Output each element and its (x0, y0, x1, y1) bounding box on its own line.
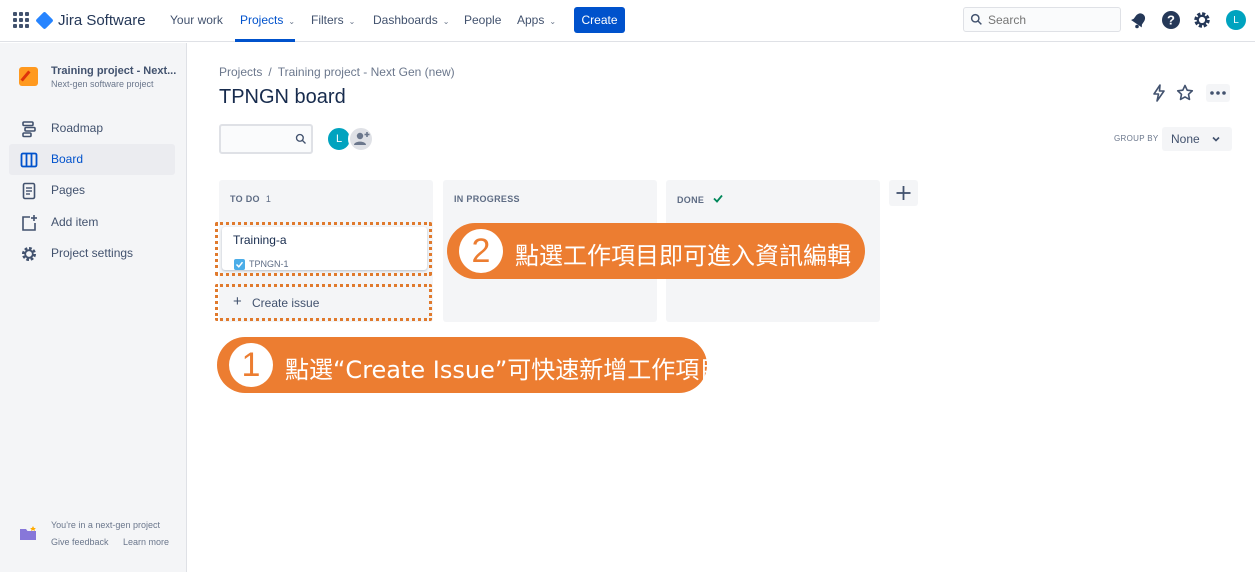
jira-logo[interactable]: Jira Software (35, 10, 146, 30)
sidebar-item-label: Roadmap (51, 121, 104, 135)
search-input[interactable] (988, 10, 1116, 29)
nav-apps[interactable]: Apps ⌄ (517, 13, 556, 27)
group-by-label: GROUP BY (1114, 134, 1159, 143)
add-column-button[interactable] (889, 180, 918, 206)
project-avatar (19, 67, 38, 86)
more-actions-icon[interactable] (1206, 84, 1230, 102)
issue-key: TPNGN-1 (249, 259, 289, 269)
nav-filters[interactable]: Filters ⌄ (311, 13, 355, 27)
next-gen-folder-icon (20, 526, 36, 540)
add-people-button[interactable] (348, 126, 374, 152)
app-switcher-icon[interactable] (13, 12, 29, 28)
sidebar-item-label: Add item (51, 215, 99, 229)
give-feedback-link[interactable]: Give feedback (51, 537, 109, 547)
help-icon[interactable]: ? (1161, 10, 1181, 30)
page-title: TPNGN board (219, 86, 346, 108)
sidebar-item-board[interactable]: Board (9, 144, 175, 175)
board-search-input[interactable] (219, 124, 313, 154)
chevron-down-icon: ⌄ (348, 17, 356, 26)
search-icon (970, 13, 982, 25)
roadmap-icon (22, 121, 36, 138)
create-button[interactable]: Create (574, 7, 625, 33)
chevron-down-icon: ⌄ (549, 17, 557, 26)
sidebar-item-label: Board (51, 152, 84, 166)
breadcrumb: Projects / Training project - Next Gen (ne… (219, 65, 455, 79)
callout-text: 點選“Create Issue”可快速新增工作項目 (285, 356, 724, 384)
create-issue-button[interactable]: + Create issue (222, 290, 427, 316)
group-by-value: None (1171, 132, 1200, 146)
board-icon (20, 152, 38, 168)
plus-icon (896, 186, 911, 200)
sidebar-item-roadmap[interactable]: Roadmap (9, 113, 175, 144)
jira-diamond-icon (35, 10, 54, 30)
group-by-select[interactable]: None (1162, 127, 1232, 151)
project-type: Next-gen software project (51, 79, 154, 89)
task-type-icon (234, 259, 245, 270)
chevron-down-icon (1212, 136, 1220, 142)
column-title: DONE (677, 194, 723, 205)
callout-text: 點選工作項目即可進入資訊編輯 (515, 242, 851, 270)
svg-text:?: ? (1167, 13, 1175, 28)
callout-number: 2 (459, 229, 503, 273)
sidebar-item-pages[interactable]: Pages (9, 175, 175, 206)
sidebar-item-project-settings[interactable]: Project settings (9, 238, 175, 269)
project-sidebar: Training project - Next... Next-gen soft… (0, 43, 187, 572)
nav-your-work[interactable]: Your work (170, 13, 223, 27)
star-icon[interactable] (1176, 84, 1194, 102)
callout-step-1: 1 點選“Create Issue”可快速新增工作項目 (217, 337, 723, 393)
breadcrumb-projects[interactable]: Projects (219, 65, 262, 79)
settings-gear-icon (22, 247, 36, 261)
create-issue-label: Create issue (252, 296, 320, 310)
user-avatar[interactable]: L (1226, 10, 1246, 30)
sidebar-item-label: Project settings (51, 246, 134, 260)
chevron-down-icon: ⌄ (442, 17, 450, 26)
column-title: TO DO 1 (230, 194, 272, 204)
issue-title: Training-a (233, 233, 287, 247)
nav-projects[interactable]: Projects ⌄ (240, 13, 295, 27)
issue-card[interactable]: Training-a TPNGN-1 (222, 227, 427, 270)
callout-number: 1 (229, 343, 273, 387)
logo-text: Jira Software (58, 11, 146, 29)
top-navigation: Jira Software Your work Projects ⌄ Filter… (0, 0, 1255, 42)
nav-people[interactable]: People (464, 13, 501, 27)
checkmark-icon (713, 194, 723, 203)
project-name[interactable]: Training project - Next... (51, 65, 176, 77)
sidebar-item-label: Pages (51, 183, 86, 197)
add-person-icon (354, 132, 370, 145)
search-icon (295, 133, 306, 144)
global-search[interactable] (963, 7, 1121, 32)
automation-lightning-icon[interactable] (1150, 84, 1168, 102)
settings-gear-icon[interactable] (1192, 10, 1212, 30)
notifications-bell-icon[interactable] (1129, 10, 1149, 30)
nav-active-indicator (235, 39, 295, 42)
next-gen-notice: You're in a next-gen project (51, 520, 160, 530)
plus-icon: + (233, 293, 242, 310)
learn-more-link[interactable]: Learn more (123, 537, 169, 547)
breadcrumb-project[interactable]: Training project - Next Gen (new) (278, 65, 455, 79)
nav-dashboards[interactable]: Dashboards ⌄ (373, 13, 449, 27)
column-count: 1 (265, 194, 272, 204)
pages-icon (22, 182, 36, 200)
sidebar-item-add-item[interactable]: Add item (9, 207, 175, 238)
callout-step-2: 2 點選工作項目即可進入資訊編輯 (447, 223, 865, 279)
column-title: IN PROGRESS (454, 194, 520, 204)
add-item-icon (22, 215, 37, 231)
chevron-down-icon: ⌄ (288, 17, 296, 26)
